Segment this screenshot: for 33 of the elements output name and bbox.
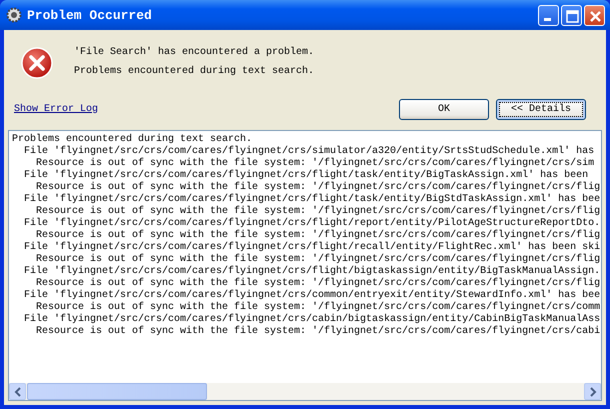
details-line: File 'flyingnet/src/crs/com/cares/flyingnet/crs/flight/task/entity/BigStdTaskAssign.xml' has bee: [23, 194, 601, 206]
details-line: File 'flyingnet/src/crs/com/cares/flyingnet/crs/common/entryexit/entity/StewardInfo.xml' has bee: [23, 290, 601, 302]
details-line: File 'flyingnet/src/crs/com/cares/flyingnet/crs/cabin/bigtaskassign/entity/CabinBigTaskManualAss: [23, 314, 601, 326]
error-icon: [20, 46, 54, 80]
details-line: Resource is out of sync with the file system: '/flyingnet/src/crs/com/cares/flyingnet/crs/flig: [35, 206, 601, 218]
details-line: Resource is out of sync with the file system: '/flyingnet/src/crs/com/cares/flyingnet/crs/flig: [35, 230, 601, 242]
details-line: Resource is out of sync with the file system: '/flyingnet/src/crs/com/cares/flyingnet/crs/sim: [35, 158, 596, 170]
details-line: Resource is out of sync with the file system: '/flyingnet/src/crs/com/cares/flyingnet/crs/comm: [35, 302, 601, 314]
details-line: File 'flyingnet/src/crs/com/cares/flyingnet/crs/flight/recall/entity/FlightRec.xml' has been ski: [23, 242, 601, 254]
details-line: File 'flyingnet/src/crs/com/cares/flyingnet/crs/simulator/a320/entity/SrtsStudSchedule.xml' has: [23, 146, 596, 158]
scroll-right-button[interactable]: [584, 383, 601, 400]
maximize-button[interactable]: [561, 4, 582, 26]
details-line: File 'flyingnet/src/crs/com/cares/flyingnet/crs/flight/task/entity/BigTaskAssign.xml' has been: [23, 170, 590, 182]
horizontal-scrollbar[interactable]: [9, 383, 601, 400]
show-error-log-link[interactable]: Show Error Log: [14, 104, 98, 114]
details-line: File 'flyingnet/src/crs/com/cares/flyingnet/crs/flight/report/entity/PilotAgeStructureReportDto.: [23, 218, 601, 230]
minimize-button[interactable]: [538, 4, 559, 26]
details-button[interactable]: << Details: [496, 98, 586, 120]
details-line: Resource is out of sync with the file system: '/flyingnet/src/crs/com/cares/flyingnet/crs/flig: [35, 254, 601, 266]
ok-button[interactable]: OK: [399, 98, 489, 120]
scroll-thumb[interactable]: [27, 383, 207, 400]
minimize-icon: [544, 18, 551, 20]
close-button[interactable]: [584, 4, 605, 26]
details-line: Resource is out of sync with the file system: '/flyingnet/src/crs/com/cares/flyingnet/crs/cabi: [35, 326, 601, 338]
gear-icon: [6, 7, 22, 23]
details-line: Resource is out of sync with the file system: '/flyingnet/src/crs/com/cares/flyingnet/crs/flig: [35, 182, 601, 194]
window-title: Problem Occurred: [27, 8, 152, 22]
error-message: 'File Search' has encountered a problem.: [74, 47, 314, 58]
scroll-left-button[interactable]: [9, 383, 26, 400]
details-line: Problems encountered during text search.: [12, 134, 254, 146]
details-line: Resource is out of sync with the file system: '/flyingnet/src/crs/com/cares/flyingnet/crs/flig: [35, 278, 601, 290]
error-detail: Problems encountered during text search.: [74, 66, 314, 77]
details-line: File 'flyingnet/src/crs/com/cares/flyingnet/crs/flight/bigtaskassign/entity/BigTaskManualAssign.: [23, 266, 601, 278]
